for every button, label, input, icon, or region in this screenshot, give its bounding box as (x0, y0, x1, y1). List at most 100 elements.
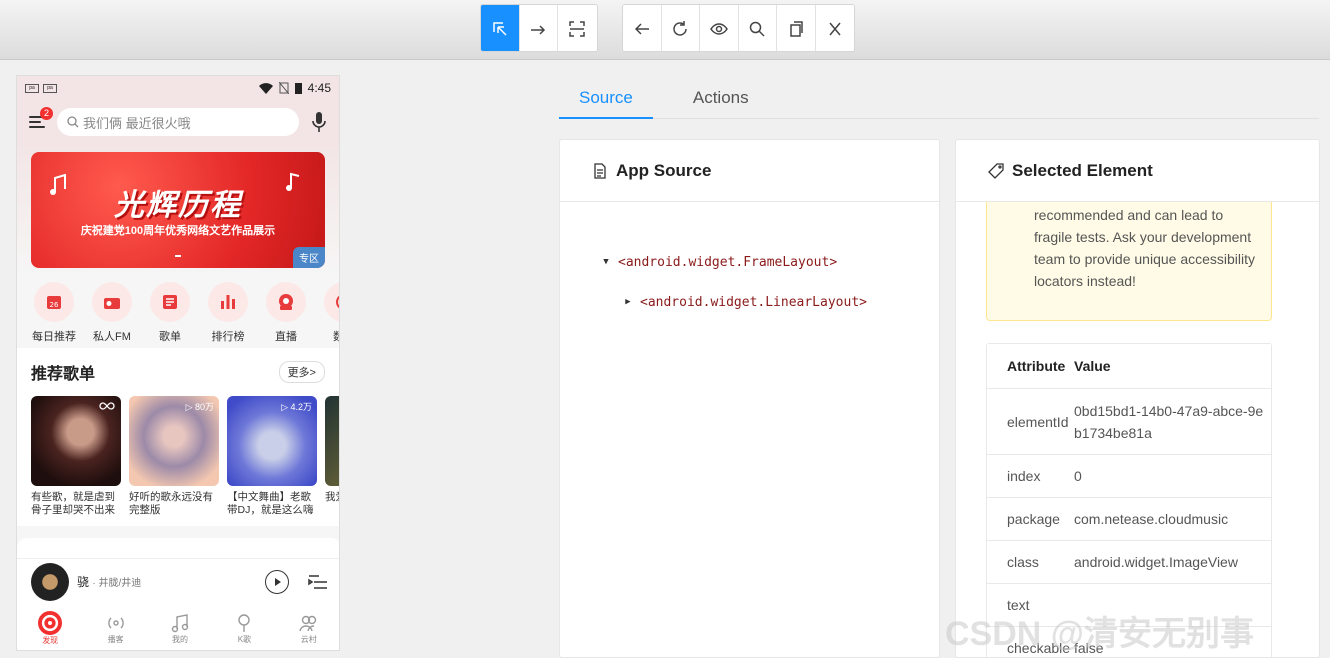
banner-tag: 专区 (293, 247, 325, 268)
playlist-cover: ▷ 4.2万 (227, 396, 317, 486)
tag-icon (988, 162, 1004, 179)
table-row: index 0 (987, 454, 1271, 497)
section-title: 推荐歌单 (31, 366, 96, 383)
search-icon (750, 21, 765, 37)
playlist-card[interactable]: ▷ 4.2万 【中文舞曲】老歌带DJ，就是这么嗨 (227, 396, 317, 517)
song-title: 骁 (77, 575, 90, 589)
eye-icon (709, 23, 728, 35)
more-button[interactable]: 更多> (278, 361, 325, 383)
tree-node-label: <android.widget.FrameLayout> (618, 254, 838, 270)
panel-header: Selected Element (956, 140, 1319, 202)
refresh-button[interactable] (661, 5, 700, 51)
back-button[interactable] (623, 5, 662, 51)
menu-badge: 2 (40, 107, 53, 120)
voice-search-button[interactable] (309, 111, 329, 133)
toolbar (0, 0, 1330, 60)
nav-live[interactable]: 直播 (257, 282, 315, 348)
caret-right-icon[interactable]: ▶ (616, 297, 640, 307)
no-sim-icon (278, 82, 289, 94)
nav-charts[interactable]: 排行榜 (199, 282, 257, 348)
tab-karaoke[interactable]: K歌 (233, 612, 255, 645)
search-placeholder: 我们俩 最近很火哦 (83, 115, 191, 131)
microphone-icon (238, 613, 251, 632)
wifi-icon (258, 82, 273, 94)
status-bar: pa pa 4:45 (17, 76, 339, 100)
tab-discover[interactable]: 发现 (38, 610, 63, 646)
selected-element-body[interactable]: recommended and can lead to fragile test… (956, 202, 1319, 657)
microphone-icon (312, 112, 326, 132)
attr-value[interactable]: com.netease.cloudmusic (1074, 511, 1271, 527)
users-icon (299, 615, 316, 631)
playlist-title: 【中文舞曲】老歌带DJ，就是这么嗨 (227, 491, 314, 516)
panel-title: App Source (616, 160, 712, 180)
playlist-title: 我爱所有 (325, 491, 339, 503)
play-count: ▷ 80万 (185, 402, 214, 412)
status-tag: pa (43, 83, 57, 93)
action-group (622, 4, 855, 52)
banner-title: 光辉历程 (114, 188, 242, 223)
attr-key: package (1007, 511, 1060, 527)
file-icon (594, 162, 606, 179)
mini-player[interactable]: 骁 · 井胧/井迪 (17, 558, 339, 604)
nav-private-fm[interactable]: 私人FM (83, 282, 141, 348)
svg-text:26: 26 (50, 301, 59, 309)
back-arrow-icon (634, 23, 649, 35)
tab-source[interactable]: Source (559, 80, 653, 119)
bottom-tab-bar: 发现 播客 我的 K歌 云村 (17, 604, 339, 650)
playlist-title: 好听的歌永远没有完整版 (129, 491, 213, 516)
tree-node[interactable]: ▶ <android.widget.LinearLayout> (560, 282, 939, 322)
attr-value[interactable]: 0 (1074, 468, 1271, 484)
tap-coordinates-button[interactable] (558, 5, 597, 51)
promo-banner[interactable]: 光辉历程 庆祝建党100周年优秀网络文艺作品展示 专区 (31, 152, 325, 268)
close-session-button[interactable] (815, 5, 854, 51)
playlist-cover (31, 396, 121, 486)
playlist-cover (325, 396, 339, 486)
table-row: package com.netease.cloudmusic (987, 497, 1271, 540)
live-icon (279, 294, 293, 310)
tab-podcast[interactable]: 播客 (105, 612, 127, 645)
attr-key: class (1007, 554, 1039, 570)
play-button[interactable] (265, 569, 289, 594)
play-icon (275, 577, 281, 586)
table-row: elementId 0bd15bd1-14b0-47a9-abce-9eb173… (987, 388, 1271, 454)
tool-mode-group (480, 4, 598, 52)
nav-playlist[interactable]: 歌单 (141, 282, 199, 348)
search-button[interactable] (738, 5, 777, 51)
search-bar[interactable]: 我们俩 最近很火哦 (57, 108, 299, 136)
select-element-icon (493, 22, 507, 36)
playlist-card[interactable]: ▷ 80万 好听的歌永远没有完整版 (129, 396, 219, 517)
search-icon (67, 116, 79, 128)
tab-community[interactable]: 云村 (298, 612, 320, 645)
playlist-cover: ▷ 80万 (129, 396, 219, 486)
chart-icon (221, 295, 235, 309)
locator-warning: recommended and can lead to fragile test… (986, 202, 1272, 321)
discover-icon (42, 614, 59, 631)
panel-header: App Source (560, 140, 939, 202)
playlist-card[interactable]: 我爱所有 (325, 396, 339, 517)
menu-button[interactable]: 2 (27, 107, 53, 132)
copy-button[interactable] (777, 5, 816, 51)
app-top-bar: 2 我们俩 最近很火哦 (17, 100, 339, 144)
toggle-visibility-button[interactable] (700, 5, 739, 51)
tab-actions[interactable]: Actions (673, 80, 769, 119)
watermark: CSDN @清安无别事 (945, 615, 1254, 653)
podcast-icon (107, 617, 124, 628)
attr-value[interactable]: android.widget.ImageView (1074, 554, 1271, 570)
recommended-playlists: 推荐歌单 更多> 有些歌，就是虐到骨子里却哭不出来 ▷ 80万 好听的歌永远没有… (17, 348, 339, 526)
music-note-icon (171, 613, 189, 632)
close-icon (829, 22, 841, 36)
attr-value[interactable]: 0bd15bd1-14b0-47a9-abce-9eb1734be81a (1074, 400, 1271, 444)
nav-daily-recommend[interactable]: 26 每日推荐 (25, 282, 83, 348)
song-artist: 井胧/井迪 (98, 578, 142, 589)
playlist-queue-icon[interactable] (307, 573, 329, 591)
playlist-card[interactable]: 有些歌，就是虐到骨子里却哭不出来 (31, 396, 121, 517)
caret-down-icon[interactable]: ▼ (594, 257, 618, 267)
tree-node[interactable]: ▼ <android.widget.FrameLayout> (560, 242, 939, 282)
select-element-button[interactable] (481, 5, 520, 51)
nav-digital-album[interactable]: 数字 (315, 282, 339, 348)
tab-mine[interactable]: 我的 (169, 612, 191, 645)
quick-nav: 26 每日推荐 私人FM 歌单 排行榜 直播 数字 (17, 278, 339, 348)
swipe-button[interactable] (519, 5, 558, 51)
tap-coordinates-icon (569, 21, 585, 37)
device-screenshot[interactable]: pa pa 4:45 2 我们俩 最近很火哦 光辉历程 庆祝建党100周年优秀网… (16, 75, 340, 651)
